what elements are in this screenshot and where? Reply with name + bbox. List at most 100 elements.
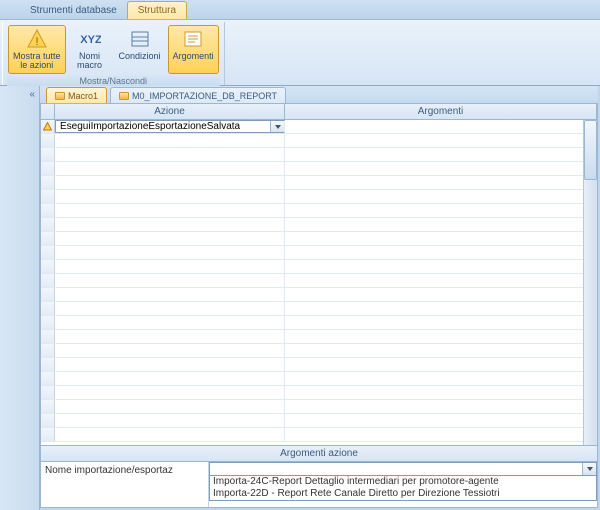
arguments-cell[interactable] bbox=[285, 134, 597, 147]
grid-row[interactable] bbox=[41, 302, 597, 316]
arguments-cell[interactable] bbox=[285, 246, 597, 259]
grid-body[interactable]: EseguiImportazioneEsportazioneSalvata //… bbox=[41, 120, 597, 445]
grid-row[interactable] bbox=[41, 372, 597, 386]
arguments-cell[interactable] bbox=[285, 148, 597, 161]
grid-row[interactable] bbox=[41, 176, 597, 190]
grid-row[interactable] bbox=[41, 400, 597, 414]
arguments-button[interactable]: Argomenti bbox=[168, 25, 219, 74]
arguments-cell[interactable] bbox=[285, 302, 597, 315]
arguments-cell[interactable] bbox=[285, 344, 597, 357]
arguments-cell[interactable] bbox=[285, 316, 597, 329]
arguments-cell[interactable] bbox=[285, 260, 597, 273]
arguments-cell[interactable] bbox=[285, 400, 597, 413]
action-cell[interactable] bbox=[55, 218, 285, 231]
combo-dropdown-button[interactable] bbox=[582, 463, 596, 475]
arguments-cell[interactable] bbox=[285, 274, 597, 287]
grid-row[interactable] bbox=[41, 344, 597, 358]
row-selector[interactable] bbox=[41, 218, 55, 231]
arguments-cell[interactable] bbox=[285, 232, 597, 245]
scrollbar-thumb[interactable] bbox=[584, 120, 597, 180]
action-cell[interactable] bbox=[55, 148, 285, 161]
row-selector[interactable] bbox=[41, 428, 55, 441]
action-cell[interactable] bbox=[55, 386, 285, 399]
grid-row[interactable] bbox=[41, 260, 597, 274]
row-selector[interactable] bbox=[41, 260, 55, 273]
dropdown-option[interactable]: Importa-22D - Report Rete Canale Diretto… bbox=[210, 488, 596, 500]
row-selector[interactable] bbox=[41, 204, 55, 217]
grid-row[interactable] bbox=[41, 246, 597, 260]
row-selector[interactable] bbox=[41, 372, 55, 385]
arguments-cell[interactable] bbox=[285, 372, 597, 385]
column-header-arguments[interactable]: Argomenti bbox=[285, 104, 597, 119]
action-cell[interactable] bbox=[55, 414, 285, 427]
nav-pane-collapsed[interactable]: « bbox=[0, 86, 40, 510]
action-cell[interactable] bbox=[55, 260, 285, 273]
grid-row[interactable] bbox=[41, 386, 597, 400]
action-cell[interactable] bbox=[55, 162, 285, 175]
grid-row[interactable] bbox=[41, 134, 597, 148]
grid-row[interactable] bbox=[41, 148, 597, 162]
grid-row[interactable] bbox=[41, 428, 597, 442]
row-selector[interactable] bbox=[41, 162, 55, 175]
action-cell[interactable] bbox=[55, 190, 285, 203]
action-cell[interactable] bbox=[55, 134, 285, 147]
grid-row[interactable] bbox=[41, 358, 597, 372]
arguments-cell[interactable] bbox=[285, 218, 597, 231]
row-selector[interactable] bbox=[41, 386, 55, 399]
action-cell[interactable] bbox=[55, 288, 285, 301]
grid-row[interactable] bbox=[41, 274, 597, 288]
arguments-cell[interactable] bbox=[285, 414, 597, 427]
row-selector[interactable] bbox=[41, 232, 55, 245]
row-selector[interactable] bbox=[41, 134, 55, 147]
arguments-cell[interactable] bbox=[285, 386, 597, 399]
conditions-button[interactable]: Condizioni bbox=[114, 25, 166, 74]
grid-row[interactable] bbox=[41, 162, 597, 176]
row-selector[interactable] bbox=[41, 358, 55, 371]
row-selector[interactable] bbox=[41, 148, 55, 161]
action-dropdown-button[interactable] bbox=[270, 121, 284, 133]
row-selector[interactable] bbox=[41, 246, 55, 259]
action-cell[interactable] bbox=[55, 330, 285, 343]
tab-database-tools[interactable]: Strumenti database bbox=[20, 2, 127, 19]
row-selector[interactable] bbox=[41, 330, 55, 343]
action-cell[interactable] bbox=[55, 232, 285, 245]
action-cell[interactable] bbox=[55, 428, 285, 441]
action-cell[interactable] bbox=[55, 176, 285, 189]
grid-row[interactable] bbox=[41, 288, 597, 302]
action-cell[interactable]: EseguiImportazioneEsportazioneSalvata bbox=[55, 120, 285, 133]
grid-row[interactable] bbox=[41, 190, 597, 204]
row-selector[interactable] bbox=[41, 414, 55, 427]
action-cell[interactable] bbox=[55, 372, 285, 385]
doc-tab-macro1[interactable]: Macro1 bbox=[46, 87, 107, 103]
row-selector[interactable] bbox=[41, 288, 55, 301]
arguments-cell[interactable] bbox=[285, 162, 597, 175]
arguments-cell[interactable] bbox=[285, 176, 597, 189]
action-cell[interactable] bbox=[55, 316, 285, 329]
action-cell[interactable] bbox=[55, 204, 285, 217]
arguments-cell[interactable] bbox=[285, 428, 597, 441]
action-cell[interactable] bbox=[55, 358, 285, 371]
arguments-cell[interactable] bbox=[285, 190, 597, 203]
grid-row[interactable] bbox=[41, 316, 597, 330]
action-cell[interactable] bbox=[55, 344, 285, 357]
row-selector[interactable] bbox=[41, 316, 55, 329]
arguments-cell[interactable] bbox=[285, 204, 597, 217]
row-selector[interactable] bbox=[41, 344, 55, 357]
action-cell[interactable] bbox=[55, 246, 285, 259]
arguments-cell[interactable] bbox=[285, 288, 597, 301]
row-selector[interactable] bbox=[41, 120, 55, 133]
vertical-scrollbar[interactable] bbox=[583, 120, 597, 445]
row-selector[interactable] bbox=[41, 400, 55, 413]
arguments-cell[interactable] bbox=[285, 358, 597, 371]
macro-names-button[interactable]: XYZ Nomi macro bbox=[68, 25, 112, 74]
arguments-cell[interactable] bbox=[285, 120, 597, 133]
tab-structure[interactable]: Struttura bbox=[127, 1, 187, 19]
action-cell[interactable] bbox=[55, 400, 285, 413]
grid-row[interactable] bbox=[41, 218, 597, 232]
column-header-action[interactable]: Azione bbox=[55, 104, 285, 119]
action-cell[interactable] bbox=[55, 274, 285, 287]
grid-row[interactable] bbox=[41, 414, 597, 428]
import-export-name-combo[interactable] bbox=[209, 462, 597, 476]
show-all-actions-button[interactable]: ! Mostra tutte le azioni bbox=[8, 25, 66, 74]
dropdown-option[interactable]: Importa-24C-Report Dettaglio intermediar… bbox=[210, 476, 596, 488]
